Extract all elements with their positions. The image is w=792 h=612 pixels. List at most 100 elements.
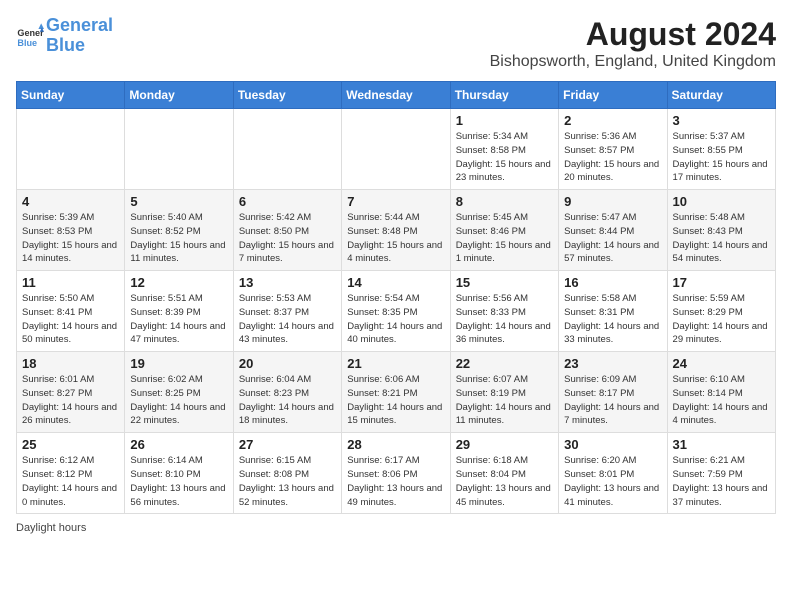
day-info: Sunrise: 5:56 AMSunset: 8:33 PMDaylight:… bbox=[456, 292, 553, 347]
day-info: Sunrise: 5:45 AMSunset: 8:46 PMDaylight:… bbox=[456, 211, 553, 266]
calendar-week-5: 25 Sunrise: 6:12 AMSunset: 8:12 PMDayligh… bbox=[17, 433, 776, 514]
day-info: Sunrise: 5:37 AMSunset: 8:55 PMDaylight:… bbox=[673, 130, 770, 185]
day-info: Sunrise: 5:44 AMSunset: 8:48 PMDaylight:… bbox=[347, 211, 444, 266]
footer-note: Daylight hours bbox=[16, 522, 776, 534]
calendar-week-2: 4 Sunrise: 5:39 AMSunset: 8:53 PMDaylight… bbox=[17, 190, 776, 271]
calendar-cell: 7 Sunrise: 5:44 AMSunset: 8:48 PMDaylight… bbox=[342, 190, 450, 271]
day-number: 5 bbox=[130, 194, 227, 209]
calendar-cell: 31 Sunrise: 6:21 AMSunset: 7:59 PMDayligh… bbox=[667, 433, 775, 514]
day-info: Sunrise: 5:42 AMSunset: 8:50 PMDaylight:… bbox=[239, 211, 336, 266]
calendar-cell: 24Sunrise: 6:10 AMSunset: 8:14 PMDayligh… bbox=[667, 352, 775, 433]
day-number: 26 bbox=[130, 437, 227, 452]
day-info: Sunrise: 5:40 AMSunset: 8:52 PMDaylight:… bbox=[130, 211, 227, 266]
day-info: Sunrise: 6:21 AMSunset: 7:59 PMDaylight:… bbox=[673, 454, 770, 509]
calendar-cell: 2 Sunrise: 5:36 AMSunset: 8:57 PMDaylight… bbox=[559, 109, 667, 190]
calendar-cell bbox=[17, 109, 125, 190]
title-area: August 2024 Bishopsworth, England, Unite… bbox=[490, 16, 776, 71]
day-number: 4 bbox=[22, 194, 119, 209]
calendar-week-3: 11 Sunrise: 5:50 AMSunset: 8:41 PMDayligh… bbox=[17, 271, 776, 352]
calendar-cell: 27 Sunrise: 6:15 AMSunset: 8:08 PMDayligh… bbox=[233, 433, 341, 514]
day-info: Sunrise: 5:59 AMSunset: 8:29 PMDaylight:… bbox=[673, 292, 770, 347]
logo-icon: General Blue bbox=[16, 22, 44, 50]
calendar-cell bbox=[342, 109, 450, 190]
day-number: 7 bbox=[347, 194, 444, 209]
calendar-cell: 20 Sunrise: 6:04 AMSunset: 8:23 PMDayligh… bbox=[233, 352, 341, 433]
month-year: August 2024 bbox=[490, 16, 776, 53]
calendar-cell: 14 Sunrise: 5:54 AMSunset: 8:35 PMDayligh… bbox=[342, 271, 450, 352]
day-info: Sunrise: 5:36 AMSunset: 8:57 PMDaylight:… bbox=[564, 130, 661, 185]
day-info: Sunrise: 6:15 AMSunset: 8:08 PMDaylight:… bbox=[239, 454, 336, 509]
day-info: Sunrise: 5:58 AMSunset: 8:31 PMDaylight:… bbox=[564, 292, 661, 347]
day-info: Sunrise: 5:39 AMSunset: 8:53 PMDaylight:… bbox=[22, 211, 119, 266]
day-info: Sunrise: 6:02 AMSunset: 8:25 PMDaylight:… bbox=[130, 373, 227, 428]
logo-line2: Blue bbox=[46, 35, 85, 55]
col-header-saturday: Saturday bbox=[667, 82, 775, 109]
calendar-table: SundayMondayTuesdayWednesdayThursdayFrid… bbox=[16, 81, 776, 514]
calendar-week-4: 18Sunrise: 6:01 AMSunset: 8:27 PMDayligh… bbox=[17, 352, 776, 433]
calendar-cell: 4 Sunrise: 5:39 AMSunset: 8:53 PMDaylight… bbox=[17, 190, 125, 271]
day-number: 17 bbox=[673, 275, 770, 290]
calendar-cell: 3Sunrise: 5:37 AMSunset: 8:55 PMDaylight… bbox=[667, 109, 775, 190]
day-info: Sunrise: 5:50 AMSunset: 8:41 PMDaylight:… bbox=[22, 292, 119, 347]
calendar-cell: 19 Sunrise: 6:02 AMSunset: 8:25 PMDayligh… bbox=[125, 352, 233, 433]
day-info: Sunrise: 5:47 AMSunset: 8:44 PMDaylight:… bbox=[564, 211, 661, 266]
day-number: 19 bbox=[130, 356, 227, 371]
day-info: Sunrise: 5:48 AMSunset: 8:43 PMDaylight:… bbox=[673, 211, 770, 266]
calendar-cell: 15Sunrise: 5:56 AMSunset: 8:33 PMDayligh… bbox=[450, 271, 558, 352]
calendar-cell: 12 Sunrise: 5:51 AMSunset: 8:39 PMDayligh… bbox=[125, 271, 233, 352]
day-number: 27 bbox=[239, 437, 336, 452]
day-number: 1 bbox=[456, 113, 553, 128]
calendar-cell: 21Sunrise: 6:06 AMSunset: 8:21 PMDayligh… bbox=[342, 352, 450, 433]
col-header-monday: Monday bbox=[125, 82, 233, 109]
day-number: 11 bbox=[22, 275, 119, 290]
calendar-cell bbox=[233, 109, 341, 190]
day-number: 8 bbox=[456, 194, 553, 209]
day-info: Sunrise: 6:20 AMSunset: 8:01 PMDaylight:… bbox=[564, 454, 661, 509]
day-number: 25 bbox=[22, 437, 119, 452]
daylight-hours-label: Daylight hours bbox=[16, 522, 86, 534]
day-number: 30 bbox=[564, 437, 661, 452]
calendar-cell: 13 Sunrise: 5:53 AMSunset: 8:37 PMDayligh… bbox=[233, 271, 341, 352]
calendar-cell: 25 Sunrise: 6:12 AMSunset: 8:12 PMDayligh… bbox=[17, 433, 125, 514]
calendar-cell: 6 Sunrise: 5:42 AMSunset: 8:50 PMDaylight… bbox=[233, 190, 341, 271]
location: Bishopsworth, England, United Kingdom bbox=[490, 53, 776, 71]
day-info: Sunrise: 6:07 AMSunset: 8:19 PMDaylight:… bbox=[456, 373, 553, 428]
calendar-cell: 30 Sunrise: 6:20 AMSunset: 8:01 PMDayligh… bbox=[559, 433, 667, 514]
calendar-cell: 1 Sunrise: 5:34 AMSunset: 8:58 PMDaylight… bbox=[450, 109, 558, 190]
day-number: 6 bbox=[239, 194, 336, 209]
day-number: 22 bbox=[456, 356, 553, 371]
day-number: 29 bbox=[456, 437, 553, 452]
day-number: 31 bbox=[673, 437, 770, 452]
day-info: Sunrise: 5:51 AMSunset: 8:39 PMDaylight:… bbox=[130, 292, 227, 347]
col-header-friday: Friday bbox=[559, 82, 667, 109]
calendar-cell: 29 Sunrise: 6:18 AMSunset: 8:04 PMDayligh… bbox=[450, 433, 558, 514]
day-info: Sunrise: 5:34 AMSunset: 8:58 PMDaylight:… bbox=[456, 130, 553, 185]
day-number: 13 bbox=[239, 275, 336, 290]
day-info: Sunrise: 5:54 AMSunset: 8:35 PMDaylight:… bbox=[347, 292, 444, 347]
col-header-wednesday: Wednesday bbox=[342, 82, 450, 109]
day-info: Sunrise: 5:53 AMSunset: 8:37 PMDaylight:… bbox=[239, 292, 336, 347]
day-info: Sunrise: 6:10 AMSunset: 8:14 PMDaylight:… bbox=[673, 373, 770, 428]
col-header-sunday: Sunday bbox=[17, 82, 125, 109]
calendar-cell: 9 Sunrise: 5:47 AMSunset: 8:44 PMDaylight… bbox=[559, 190, 667, 271]
day-info: Sunrise: 6:04 AMSunset: 8:23 PMDaylight:… bbox=[239, 373, 336, 428]
day-number: 18 bbox=[22, 356, 119, 371]
logo-line1: General bbox=[46, 15, 113, 35]
calendar-cell: 22 Sunrise: 6:07 AMSunset: 8:19 PMDayligh… bbox=[450, 352, 558, 433]
day-number: 9 bbox=[564, 194, 661, 209]
day-number: 14 bbox=[347, 275, 444, 290]
calendar-cell: 10 Sunrise: 5:48 AMSunset: 8:43 PMDayligh… bbox=[667, 190, 775, 271]
calendar-week-1: 1 Sunrise: 5:34 AMSunset: 8:58 PMDaylight… bbox=[17, 109, 776, 190]
day-info: Sunrise: 6:17 AMSunset: 8:06 PMDaylight:… bbox=[347, 454, 444, 509]
day-number: 20 bbox=[239, 356, 336, 371]
day-info: Sunrise: 6:12 AMSunset: 8:12 PMDaylight:… bbox=[22, 454, 119, 509]
day-number: 2 bbox=[564, 113, 661, 128]
day-info: Sunrise: 6:09 AMSunset: 8:17 PMDaylight:… bbox=[564, 373, 661, 428]
day-number: 10 bbox=[673, 194, 770, 209]
day-number: 12 bbox=[130, 275, 227, 290]
calendar-cell: 26Sunrise: 6:14 AMSunset: 8:10 PMDayligh… bbox=[125, 433, 233, 514]
header: General Blue General Blue August 2024 Bi… bbox=[16, 16, 776, 71]
day-info: Sunrise: 6:18 AMSunset: 8:04 PMDaylight:… bbox=[456, 454, 553, 509]
logo-text: General Blue bbox=[46, 16, 113, 56]
day-number: 21 bbox=[347, 356, 444, 371]
